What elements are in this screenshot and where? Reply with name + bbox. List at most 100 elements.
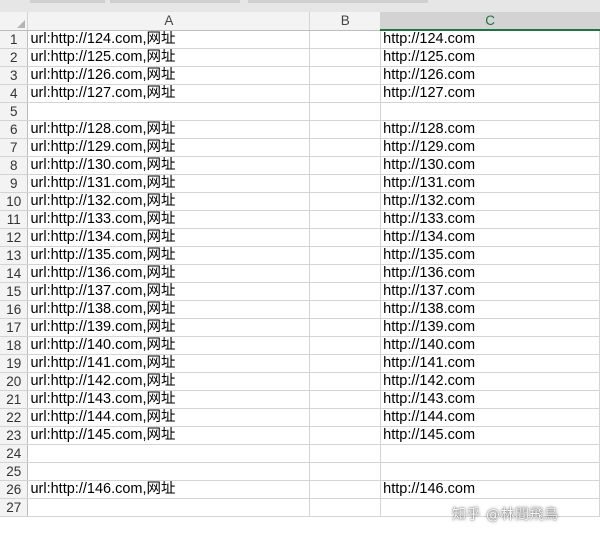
row-header[interactable]: 4 <box>0 84 29 103</box>
row-header[interactable]: 2 <box>0 48 29 67</box>
cell-a[interactable] <box>27 102 311 121</box>
cell-a[interactable]: url:http://145.com,网址 <box>27 426 311 445</box>
cell-b[interactable] <box>309 444 382 463</box>
cell-b[interactable] <box>309 426 382 445</box>
column-header-a[interactable]: A <box>27 12 311 31</box>
cell-a[interactable]: url:http://127.com,网址 <box>27 84 311 103</box>
cell-c[interactable]: http://129.com <box>380 138 600 157</box>
row-header[interactable]: 18 <box>0 336 29 355</box>
row-header[interactable]: 13 <box>0 246 29 265</box>
cell-b[interactable] <box>309 480 382 499</box>
cell-a[interactable]: url:http://124.com,网址 <box>27 30 311 49</box>
cell-b[interactable] <box>309 354 382 373</box>
cell-a[interactable]: url:http://146.com,网址 <box>27 480 311 499</box>
cell-c[interactable]: http://135.com <box>380 246 600 265</box>
cell-a[interactable]: url:http://136.com,网址 <box>27 264 311 283</box>
cell-b[interactable] <box>309 138 382 157</box>
cell-a[interactable] <box>27 462 311 481</box>
cell-a[interactable] <box>27 498 311 517</box>
row-header[interactable]: 23 <box>0 426 29 445</box>
row-header[interactable]: 14 <box>0 264 29 283</box>
cell-c[interactable] <box>380 444 600 463</box>
row-header[interactable]: 11 <box>0 210 29 229</box>
cell-b[interactable] <box>309 498 382 517</box>
cell-c[interactable]: http://145.com <box>380 426 600 445</box>
cell-c[interactable]: http://138.com <box>380 300 600 319</box>
row-header[interactable]: 3 <box>0 66 29 85</box>
cell-a[interactable]: url:http://142.com,网址 <box>27 372 311 391</box>
row-header[interactable]: 5 <box>0 102 29 121</box>
cell-c[interactable]: http://124.com <box>380 30 600 49</box>
cell-a[interactable]: url:http://129.com,网址 <box>27 138 311 157</box>
cell-a[interactable]: url:http://133.com,网址 <box>27 210 311 229</box>
row-header[interactable]: 9 <box>0 174 29 193</box>
cell-c[interactable]: http://136.com <box>380 264 600 283</box>
cell-c[interactable]: http://140.com <box>380 336 600 355</box>
cell-c[interactable]: http://127.com <box>380 84 600 103</box>
cell-c[interactable]: http://141.com <box>380 354 600 373</box>
cell-a[interactable]: url:http://132.com,网址 <box>27 192 311 211</box>
cell-a[interactable]: url:http://131.com,网址 <box>27 174 311 193</box>
cell-a[interactable]: url:http://125.com,网址 <box>27 48 311 67</box>
cell-c[interactable]: http://125.com <box>380 48 600 67</box>
row-header[interactable]: 12 <box>0 228 29 247</box>
row-header[interactable]: 22 <box>0 408 29 427</box>
cell-a[interactable]: url:http://135.com,网址 <box>27 246 311 265</box>
row-header[interactable]: 1 <box>0 30 29 49</box>
cell-b[interactable] <box>309 120 382 139</box>
cell-c[interactable]: http://132.com <box>380 192 600 211</box>
cell-a[interactable]: url:http://130.com,网址 <box>27 156 311 175</box>
cell-b[interactable] <box>309 102 382 121</box>
row-header[interactable]: 6 <box>0 120 29 139</box>
row-header[interactable]: 24 <box>0 444 29 463</box>
cell-a[interactable]: url:http://143.com,网址 <box>27 390 311 409</box>
column-header-c[interactable]: C <box>380 12 600 31</box>
cell-b[interactable] <box>309 66 382 85</box>
cell-b[interactable] <box>309 192 382 211</box>
cell-b[interactable] <box>309 300 382 319</box>
row-header[interactable]: 17 <box>0 318 29 337</box>
cell-b[interactable] <box>309 84 382 103</box>
cell-b[interactable] <box>309 408 382 427</box>
cell-b[interactable] <box>309 246 382 265</box>
row-header[interactable]: 8 <box>0 156 29 175</box>
cell-c[interactable]: http://126.com <box>380 66 600 85</box>
cell-c[interactable]: http://134.com <box>380 228 600 247</box>
cell-c[interactable]: http://142.com <box>380 372 600 391</box>
cell-a[interactable]: url:http://139.com,网址 <box>27 318 311 337</box>
row-header[interactable]: 10 <box>0 192 29 211</box>
cell-a[interactable]: url:http://128.com,网址 <box>27 120 311 139</box>
cell-b[interactable] <box>309 264 382 283</box>
row-header[interactable]: 16 <box>0 300 29 319</box>
cell-b[interactable] <box>309 462 382 481</box>
cell-b[interactable] <box>309 318 382 337</box>
cell-b[interactable] <box>309 156 382 175</box>
cell-a[interactable]: url:http://140.com,网址 <box>27 336 311 355</box>
cell-c[interactable] <box>380 462 600 481</box>
cell-b[interactable] <box>309 30 382 49</box>
row-header[interactable]: 26 <box>0 480 29 499</box>
cell-c[interactable]: http://131.com <box>380 174 600 193</box>
cell-a[interactable]: url:http://126.com,网址 <box>27 66 311 85</box>
cell-b[interactable] <box>309 336 382 355</box>
cell-c[interactable]: http://144.com <box>380 408 600 427</box>
cell-c[interactable]: http://139.com <box>380 318 600 337</box>
cell-a[interactable]: url:http://141.com,网址 <box>27 354 311 373</box>
row-header[interactable]: 7 <box>0 138 29 157</box>
cell-c[interactable]: http://128.com <box>380 120 600 139</box>
cell-b[interactable] <box>309 390 382 409</box>
cell-c[interactable]: http://133.com <box>380 210 600 229</box>
cell-a[interactable]: url:http://134.com,网址 <box>27 228 311 247</box>
cell-a[interactable]: url:http://144.com,网址 <box>27 408 311 427</box>
cell-a[interactable] <box>27 444 311 463</box>
cell-b[interactable] <box>309 174 382 193</box>
cell-a[interactable]: url:http://138.com,网址 <box>27 300 311 319</box>
cell-b[interactable] <box>309 228 382 247</box>
cell-c[interactable]: http://143.com <box>380 390 600 409</box>
cell-b[interactable] <box>309 282 382 301</box>
cell-c[interactable]: http://137.com <box>380 282 600 301</box>
column-header-b[interactable]: B <box>309 12 382 31</box>
cell-c[interactable] <box>380 102 600 121</box>
row-header[interactable]: 20 <box>0 372 29 391</box>
select-all-corner[interactable] <box>0 12 29 31</box>
